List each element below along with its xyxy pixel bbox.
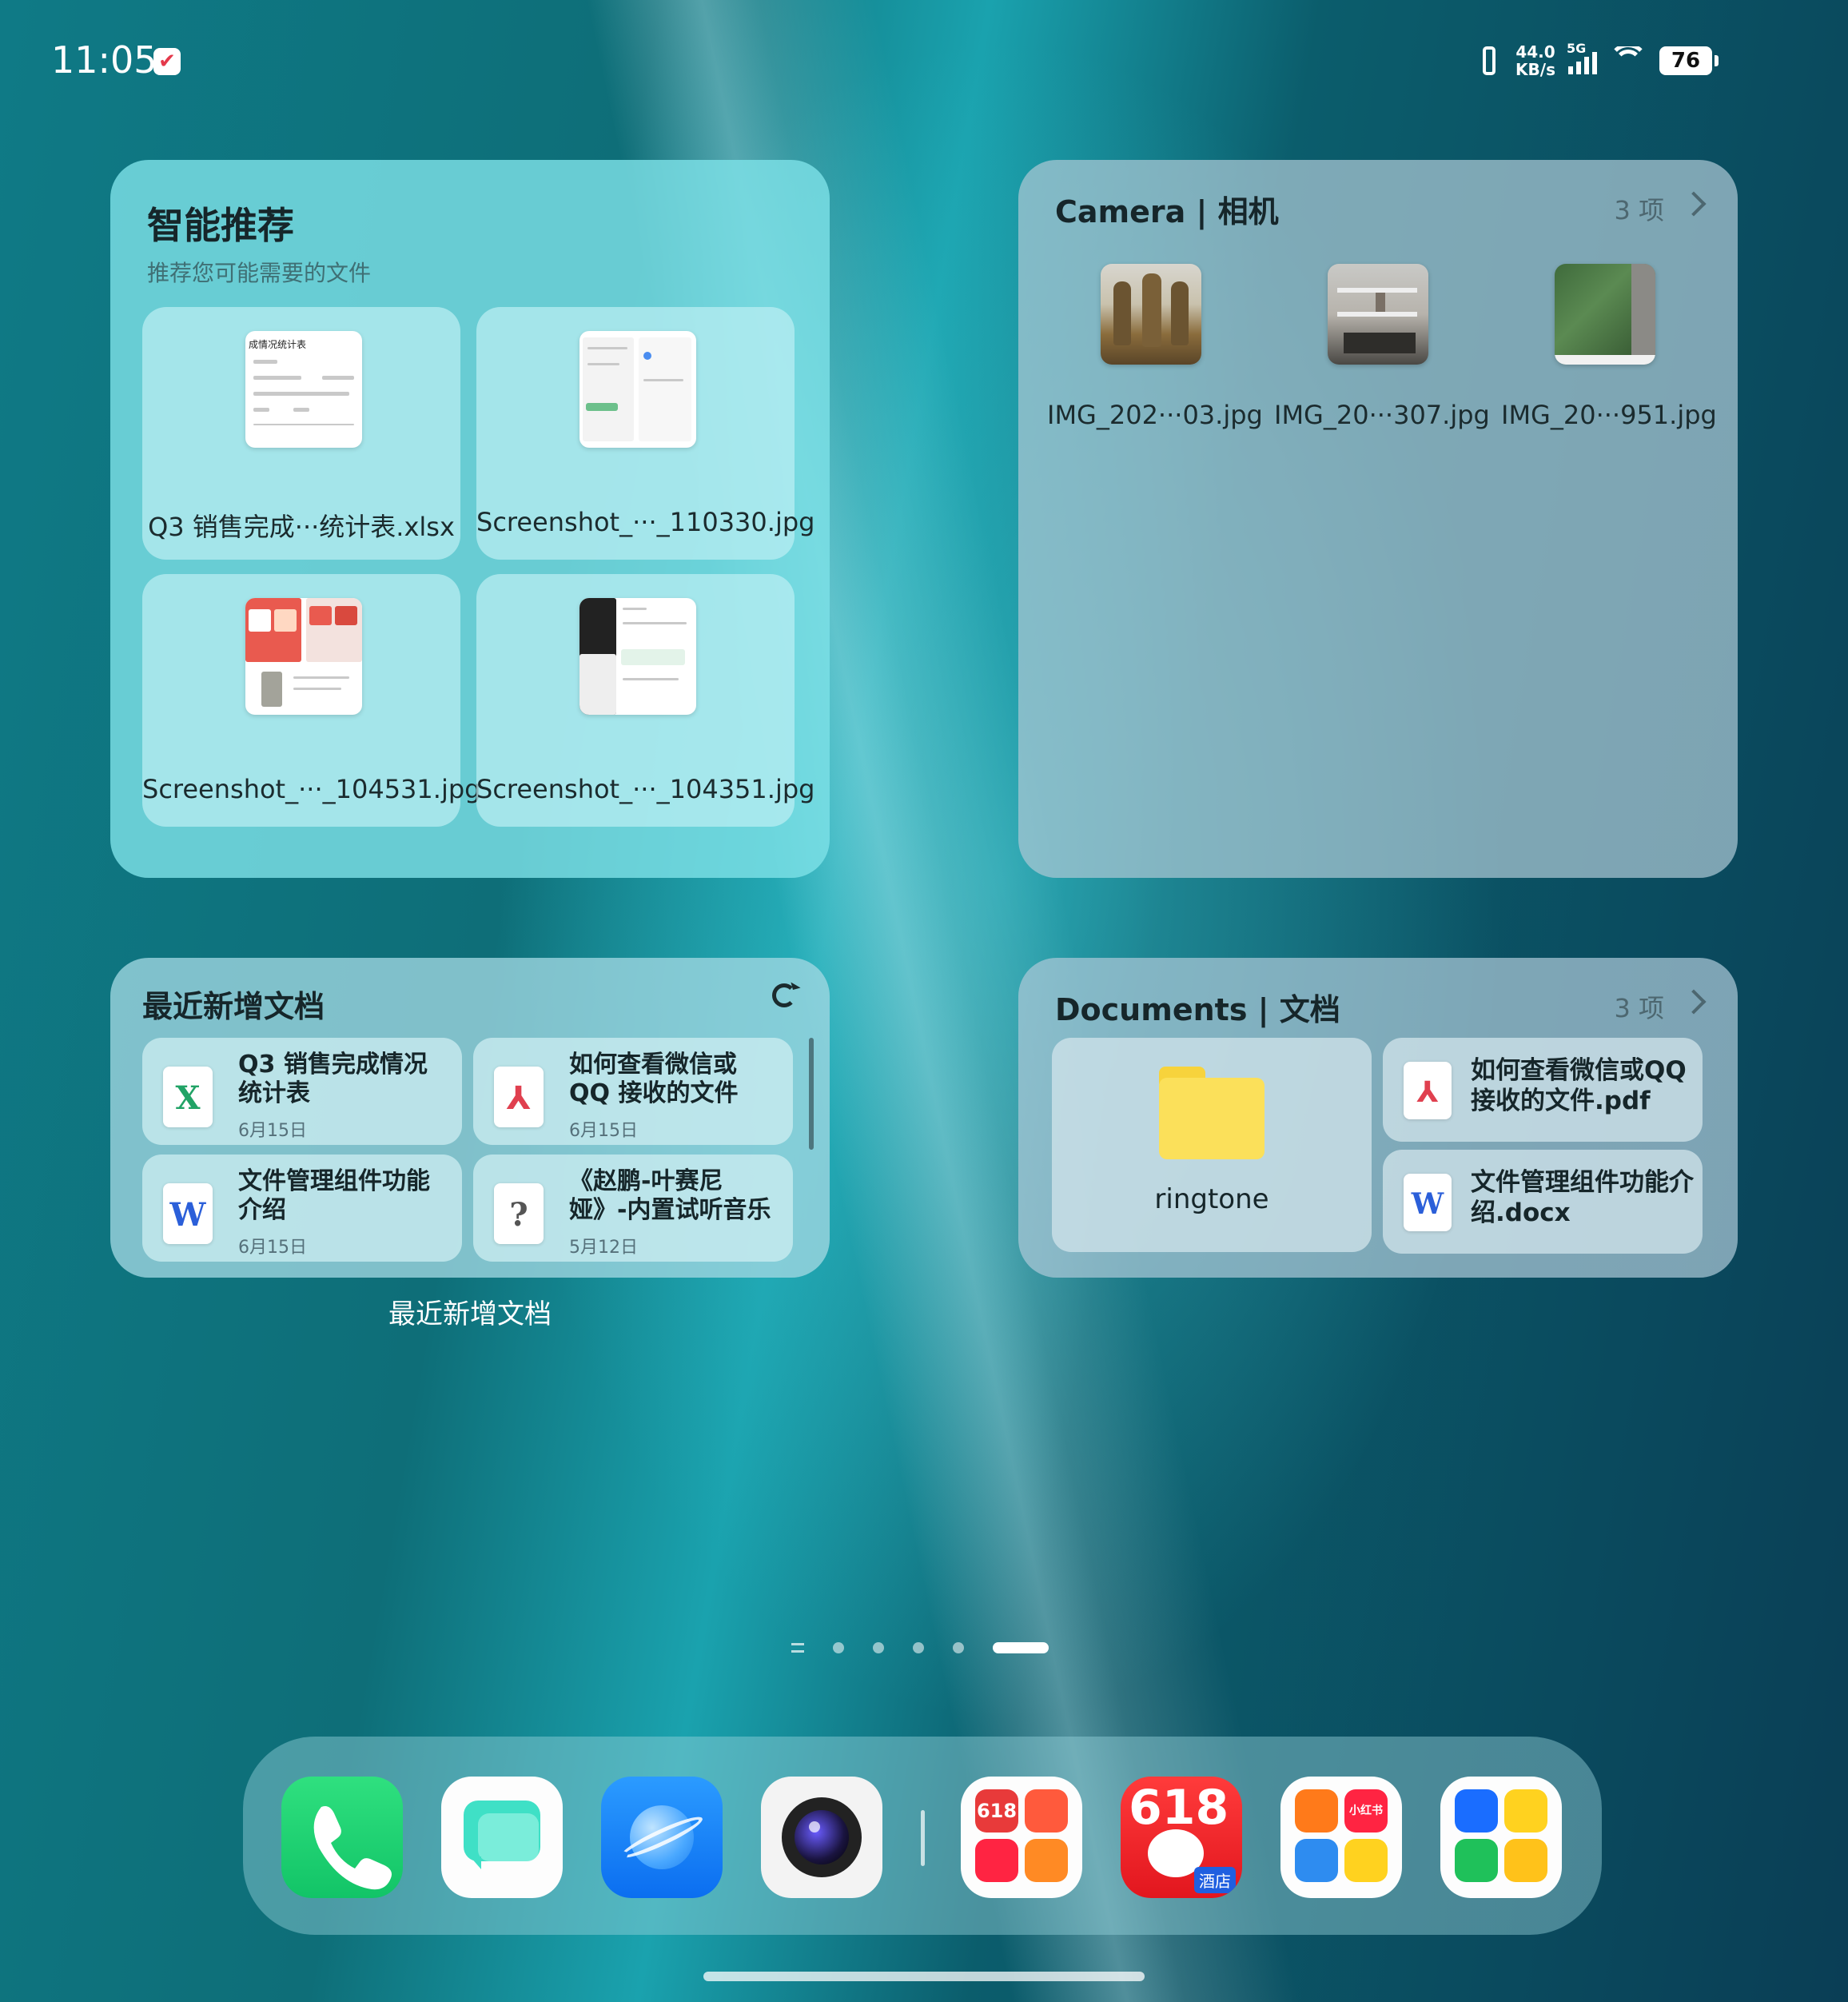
camera-folder-widget[interactable]: Camera | 相机 3 项 IMG_202···03.jpg IMG_20·… [1018,160,1738,878]
signal-icon: 5G [1567,41,1597,74]
page-indicator[interactable] [791,1642,1049,1653]
photo-name: IMG_20···307.jpg [1274,400,1490,430]
folder-name: ringtone [1154,1183,1269,1215]
chevron-right-icon[interactable] [1681,989,1707,1015]
folder-618-icon[interactable]: 618 [961,1777,1082,1898]
doc-title: 《赵鹏-叶赛尼娅》-内置试听音乐 [569,1167,771,1224]
folder-icon [1159,1067,1265,1159]
smart-recommend-widget[interactable]: 智能推荐 推荐您可能需要的文件 成情况统计表 Q3 销售完成···统计表.xls… [110,160,830,878]
doc-date: 5月12日 [569,1238,638,1258]
item-count: 3 项 [1614,195,1664,225]
doc-title: 如何查看微信或QQ 接收的文件 [569,1051,739,1107]
pdf-icon: ⅄ [1404,1062,1452,1119]
widget-title: Documents | 文档 [1055,992,1340,1027]
file-name: Screenshot_···_104351.jpg [476,774,815,804]
wifi-icon [1610,46,1647,75]
photo-thumbnail [1555,264,1655,365]
page-dot-active[interactable] [993,1642,1049,1653]
photo-item[interactable]: IMG_202···03.jpg [1047,264,1263,430]
excel-icon: X [163,1067,213,1127]
page-dot[interactable] [913,1642,924,1653]
doc-date: 6月15日 [569,1121,638,1141]
thumbnail-text: 成情况统计表 [249,339,307,350]
phone-app-icon[interactable] [281,1777,403,1898]
file-name: Screenshot_···_104531.jpg [142,774,481,804]
recent-doc-item[interactable]: X Q3 销售完成情况统计表 6月15日 [142,1038,462,1145]
document-name: 如何查看微信或QQ 接收的文件.pdf [1471,1056,1687,1115]
status-icons: 44.0 KB/s 5G 76 [1476,41,1719,78]
tools-folder-icon[interactable] [1440,1777,1562,1898]
widget-title: 智能推荐 [147,204,294,247]
net-speed-value: 44.0 [1515,42,1555,62]
refresh-icon[interactable] [772,983,796,1007]
file-name: Q3 销售完成···统计表.xlsx [148,512,455,542]
screenshot-thumbnail [579,331,696,448]
recent-docs-widget[interactable]: 最近新增文档 X Q3 销售完成情况统计表 6月15日 ⅄ 如何查看微信或QQ … [110,958,830,1278]
file-name: Screenshot_···_110330.jpg [476,507,815,537]
page-dot[interactable] [833,1642,844,1653]
page-dot[interactable] [873,1642,884,1653]
app-sublabel: 酒店 [1194,1867,1236,1893]
photo-item[interactable]: IMG_20···307.jpg [1274,264,1490,430]
doc-title: Q3 销售完成情况统计表 [238,1051,428,1107]
recent-doc-item[interactable]: ⅄ 如何查看微信或QQ 接收的文件 6月15日 [473,1038,793,1145]
doc-date: 6月15日 [238,1121,307,1141]
vibrate-icon [1476,45,1503,77]
word-icon: W [1404,1174,1452,1231]
messages-app-icon[interactable] [441,1777,563,1898]
doc-date: 6月15日 [238,1238,307,1258]
recent-doc-item[interactable]: W 文件管理组件功能介绍 6月15日 [142,1155,462,1262]
recommended-file[interactable]: Screenshot_···_104351.jpg [476,574,815,827]
net-speed: 44.0 KB/s [1515,43,1555,78]
notification-app-icon: ✔ [153,48,181,75]
photo-name: IMG_202···03.jpg [1047,400,1263,430]
widget-title: 最近新增文档 [142,989,325,1024]
chevron-right-icon[interactable] [1681,191,1707,217]
browser-app-icon[interactable] [601,1777,723,1898]
jd-618-app-icon[interactable]: 618 酒店 [1121,1777,1242,1898]
net-speed-unit: KB/s [1515,60,1555,79]
pdf-icon: ⅄ [494,1067,544,1127]
widget-label: 最近新增文档 [388,1298,552,1330]
recent-doc-item[interactable]: ? 《赵鹏-叶赛尼娅》-内置试听音乐 5月12日 [473,1155,793,1262]
dock-separator [921,1810,925,1866]
widget-title: Camera | 相机 [1055,194,1279,229]
status-time: 11:05 [51,38,157,82]
app-label: 618 [975,1789,1018,1833]
word-icon: W [163,1183,213,1244]
page-dot[interactable] [953,1642,964,1653]
page-menu-icon[interactable] [791,1643,804,1653]
spreadsheet-thumbnail: 成情况统计表 [245,331,362,448]
widget-subtitle: 推荐您可能需要的文件 [147,260,372,286]
apps-folder-icon[interactable]: 小红书 [1280,1777,1402,1898]
app-label: 618 [1129,1780,1229,1836]
doc-title: 文件管理组件功能介绍 [238,1167,430,1224]
screenshot-thumbnail [245,598,362,715]
documents-folder-widget[interactable]: Documents | 文档 3 项 ringtone ⅄ 如何查看微信或QQ … [1018,958,1738,1278]
network-type: 5G [1567,41,1587,56]
document-item[interactable]: ⅄ 如何查看微信或QQ 接收的文件.pdf [1383,1038,1703,1142]
recommended-file[interactable]: Screenshot_···_110330.jpg [476,307,815,560]
photo-name: IMG_20···951.jpg [1501,400,1717,430]
screenshot-thumbnail [579,598,696,715]
battery-indicator: 76 [1659,46,1719,75]
camera-app-icon[interactable] [761,1777,882,1898]
photo-item[interactable]: IMG_20···951.jpg [1501,264,1717,430]
recommended-file[interactable]: 成情况统计表 Q3 销售完成···统计表.xlsx [142,307,460,560]
folder-item[interactable]: ringtone [1052,1038,1372,1252]
photo-thumbnail [1328,264,1428,365]
scrollbar[interactable] [809,1038,814,1150]
document-item[interactable]: W 文件管理组件功能介绍.docx [1383,1150,1703,1254]
item-count: 3 项 [1614,993,1664,1023]
document-name: 文件管理组件功能介绍.docx [1471,1168,1694,1227]
unknown-file-icon: ? [494,1183,544,1244]
dock: 618 618 酒店 小红书 [243,1737,1602,1935]
app-label: 小红书 [1344,1789,1388,1833]
recommended-file[interactable]: Screenshot_···_104531.jpg [142,574,481,827]
photo-thumbnail [1101,264,1201,365]
home-indicator[interactable] [703,1972,1145,1981]
